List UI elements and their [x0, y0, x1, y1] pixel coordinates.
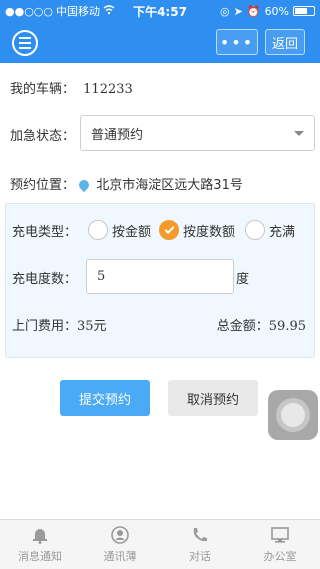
signal-icon: ●●○○○	[5, 4, 53, 18]
submit-button[interactable]: 提交预约	[60, 380, 150, 416]
radio-checked-icon	[159, 220, 179, 240]
tab-bar: 消息通知 通讯薄 对话 办公室	[0, 519, 320, 569]
assistive-touch-button[interactable]	[268, 390, 318, 440]
tab-dialog-label: 对话	[189, 550, 211, 563]
location-arrow-icon: ➤	[233, 4, 243, 18]
tab-contacts-label: 通讯薄	[103, 550, 137, 563]
battery-icon	[293, 6, 316, 16]
visit-fee-label: 上门费用：	[12, 319, 78, 334]
alarm-icon: ⏰	[246, 4, 261, 18]
monitor-icon	[271, 527, 289, 543]
radio-circle-icon	[245, 220, 265, 240]
tab-notifications-label: 消息通知	[18, 550, 62, 563]
total-row: 总金额：59.95	[217, 315, 306, 334]
contact-icon	[111, 526, 129, 544]
status-bar: ●●○○○ 中国移动 下午4:57 ◎ ➤ ⏰ 60%	[0, 0, 320, 22]
tab-office[interactable]: 办公室	[240, 520, 320, 569]
tab-notifications[interactable]: 消息通知	[0, 520, 80, 569]
status-right: ◎ ➤ ⏰ 60%	[187, 4, 316, 18]
vehicle-row: 我的车辆： 112233	[10, 78, 133, 97]
visit-fee-row: 上门费用：35元	[12, 315, 107, 334]
visit-fee-value: 35元	[77, 319, 107, 334]
radio-amount-label: 按金额	[112, 224, 152, 240]
charge-degree-input[interactable]	[86, 259, 234, 294]
charge-type-label: 充电类型：	[12, 225, 78, 240]
radio-amount[interactable]: 按金额	[88, 220, 151, 240]
back-button[interactable]: 返回	[265, 29, 305, 55]
wifi-icon	[103, 4, 115, 18]
radio-full-label: 充满	[269, 224, 296, 240]
radio-degree[interactable]: 按度数额	[159, 220, 235, 240]
location-label: 预约位置：	[10, 178, 76, 193]
clock: 下午4:57	[133, 4, 187, 19]
phone-icon	[193, 528, 207, 542]
nav-bar: ••• 返回	[0, 22, 320, 63]
menu-button[interactable]	[12, 29, 38, 56]
cancel-button[interactable]: 取消预约	[168, 380, 258, 416]
status-left: ●●○○○ 中国移动	[5, 3, 133, 19]
vehicle-value: 112233	[83, 82, 133, 97]
vehicle-label: 我的车辆：	[10, 82, 76, 97]
chevron-down-icon	[294, 130, 304, 136]
charge-panel: 充电类型： 按金额 按度数额 充满 充电度数： 度 上门费用：35元 总金额：5…	[5, 203, 315, 358]
more-button[interactable]: •••	[216, 29, 258, 55]
lock-rotation-icon: ◎	[220, 4, 230, 18]
charge-degree-unit: 度	[236, 272, 250, 287]
radio-full[interactable]: 充满	[245, 220, 295, 240]
location-value: 北京市海淀区远大路31号	[96, 178, 243, 193]
location-row: 预约位置： 北京市海淀区远大路31号	[10, 174, 243, 193]
urgent-status-label: 加急状态：	[10, 129, 76, 144]
total-value: 59.95	[268, 319, 306, 334]
radio-degree-label: 按度数额	[183, 224, 236, 240]
battery-percent: 60%	[264, 4, 290, 18]
charge-degree-label: 充电度数：	[12, 272, 78, 287]
carrier-label: 中国移动	[56, 5, 100, 18]
urgent-status-select[interactable]: 普通预约	[80, 115, 315, 151]
tab-contacts[interactable]: 通讯薄	[80, 520, 160, 569]
tab-dialog[interactable]: 对话	[160, 520, 240, 569]
tab-office-label: 办公室	[263, 550, 297, 563]
bell-icon	[33, 529, 47, 544]
map-pin-icon	[77, 177, 92, 193]
total-label: 总金额：	[216, 319, 269, 334]
radio-circle-icon	[88, 220, 108, 240]
urgent-status-value: 普通预约	[91, 127, 144, 143]
